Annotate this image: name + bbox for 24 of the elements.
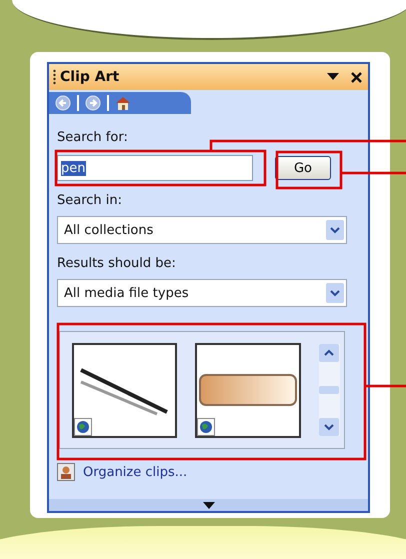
scroll-up-icon[interactable] xyxy=(319,344,340,362)
results-type-dropdown[interactable]: All media file types xyxy=(57,279,347,307)
search-label: Search for: xyxy=(57,130,129,145)
search-in-label: Search in: xyxy=(57,193,124,208)
pane-title: Clip Art xyxy=(60,69,120,85)
back-icon[interactable] xyxy=(55,95,71,111)
globe-icon xyxy=(197,418,216,436)
clip-thumbnail[interactable] xyxy=(195,342,301,438)
close-icon[interactable] xyxy=(351,72,362,82)
search-field[interactable]: pen xyxy=(57,155,253,181)
clip-thumbnail[interactable] xyxy=(72,342,178,438)
globe-icon xyxy=(74,418,92,436)
forward-icon[interactable] xyxy=(85,95,101,111)
scroll-down-icon[interactable] xyxy=(319,418,340,436)
home-icon[interactable] xyxy=(115,95,131,111)
grip-icon[interactable] xyxy=(53,69,56,85)
organize-clips-link[interactable]: Organize clips... xyxy=(83,464,188,480)
scroll-thumb[interactable] xyxy=(319,386,340,394)
scrollbar[interactable] xyxy=(318,344,340,436)
results-type-label: Results should be: xyxy=(57,256,177,271)
dropdown-arrow-icon[interactable] xyxy=(327,73,339,81)
search-in-dropdown[interactable]: All collections xyxy=(57,216,347,244)
go-button[interactable]: Go xyxy=(275,156,331,180)
organizer-icon[interactable] xyxy=(57,463,75,481)
